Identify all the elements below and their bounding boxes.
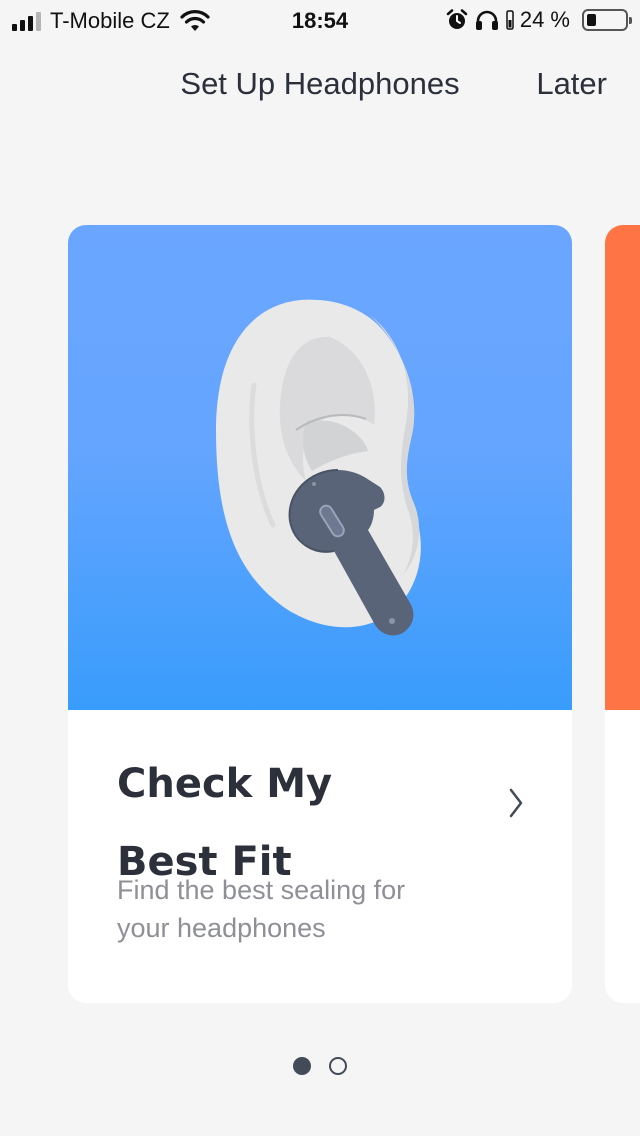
card-description-line: Find the best sealing for [117, 875, 406, 905]
page-dot-active[interactable] [293, 1057, 311, 1075]
check-fit-card[interactable]: Check My Best Fit Find the best sealing … [68, 225, 572, 1003]
battery-percent: 24 % [519, 7, 570, 32]
battery-level [587, 14, 596, 26]
next-card[interactable] [605, 225, 640, 1003]
screen: T-Mobile CZ 18:54 24 % Set Up Headphones… [0, 0, 640, 1136]
chevron-right-icon[interactable] [508, 788, 524, 818]
alarm-icon [446, 9, 468, 29]
status-bar: T-Mobile CZ 18:54 24 % [0, 0, 640, 40]
card-description: Find the best sealing for your headphone… [117, 871, 497, 947]
earbud-battery-icon [506, 10, 514, 30]
headphones-icon [475, 10, 498, 30]
card-title-line: Check My [117, 761, 333, 807]
card-illustration [68, 225, 572, 710]
later-button[interactable]: Later [536, 66, 607, 102]
page-indicator [0, 1057, 640, 1075]
battery-icon [582, 9, 632, 31]
page-dot[interactable] [329, 1057, 347, 1075]
ear-with-earbud-illustration [216, 299, 421, 636]
next-card-illustration [605, 225, 640, 710]
status-right: 24 % [446, 7, 632, 33]
card-description-line: your headphones [117, 913, 326, 943]
